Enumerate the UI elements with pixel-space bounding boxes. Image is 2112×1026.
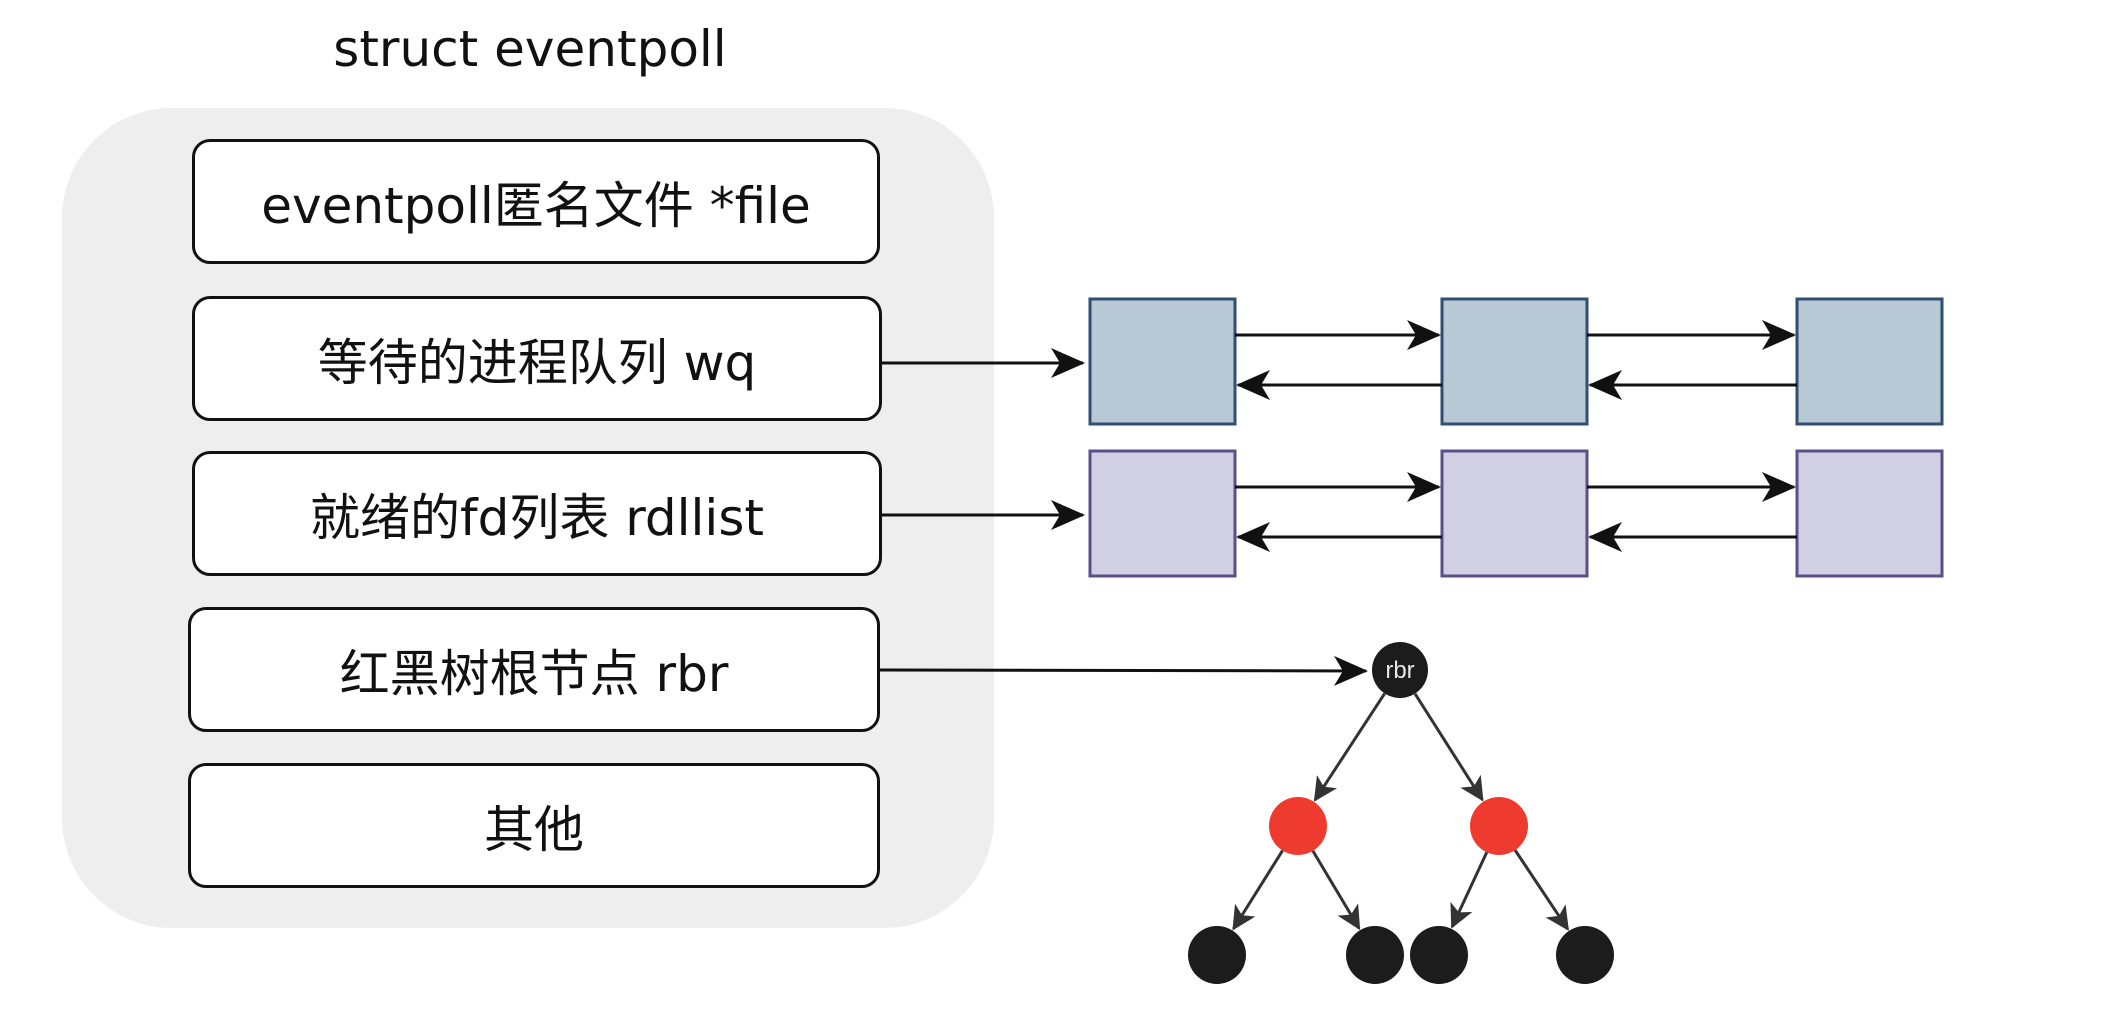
- tree-root-label: rbr: [1385, 657, 1414, 684]
- tree-node-red: [1470, 797, 1528, 855]
- rdllist-node-1: [1088, 449, 1237, 578]
- tree-edge: [1513, 849, 1570, 931]
- tree-edge: [1232, 849, 1284, 931]
- rdllist-linked-list: [1088, 449, 1944, 578]
- tree-edge: [1313, 692, 1386, 802]
- rdllist-node-2: [1440, 449, 1589, 578]
- rdllist-node-3: [1795, 449, 1944, 578]
- wq-node-2: [1440, 297, 1589, 426]
- tree-edge: [1311, 850, 1361, 931]
- wq-node-1: [1088, 297, 1237, 426]
- rbr-pointer-arrow: [879, 655, 1368, 686]
- red-black-tree: rbr: [1188, 642, 1614, 984]
- tree-edge: [1413, 692, 1484, 802]
- tree-node-black: [1346, 926, 1404, 984]
- tree-node-black: [1556, 926, 1614, 984]
- tree-node-black: [1188, 926, 1246, 984]
- diagram-canvas: rbr: [879, 297, 1944, 984]
- wq-linked-list: [1088, 297, 1944, 426]
- wq-node-3: [1795, 297, 1944, 426]
- tree-node-black: [1410, 926, 1468, 984]
- tree-node-red: [1269, 797, 1327, 855]
- tree-edge: [1450, 851, 1489, 929]
